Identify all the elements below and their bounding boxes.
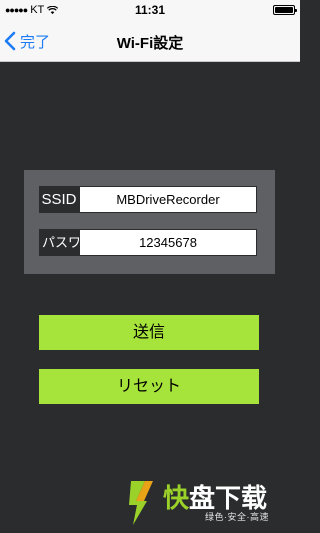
ssid-row: SSID: [39, 186, 257, 213]
page-title: Wi-Fi設定: [116, 35, 184, 52]
battery-icon: [273, 5, 297, 15]
watermark-brand-part1: 快: [163, 483, 190, 513]
ssid-label: SSID: [39, 186, 79, 213]
ssid-input[interactable]: [79, 186, 257, 213]
watermark-logo-icon: [129, 481, 153, 525]
watermark-tagline: 绿色·安全·高速: [205, 512, 269, 522]
status-time: 11:31: [134, 3, 166, 17]
watermark: 快盘下载 绿色·安全·高速: [127, 476, 295, 528]
password-input[interactable]: [79, 229, 257, 256]
status-bar: ●●●●● KT 11:31: [0, 0, 300, 20]
navigation-bar: 完了 Wi-Fi設定: [0, 20, 300, 62]
wifi-settings-panel: SSID パスワード: [24, 170, 275, 274]
password-row: パスワード: [39, 229, 257, 256]
send-button[interactable]: 送信: [39, 315, 259, 350]
reset-button[interactable]: リセット: [39, 369, 259, 404]
watermark-brand-part2: 盘下载: [189, 483, 268, 513]
password-label: パスワード: [39, 229, 79, 256]
